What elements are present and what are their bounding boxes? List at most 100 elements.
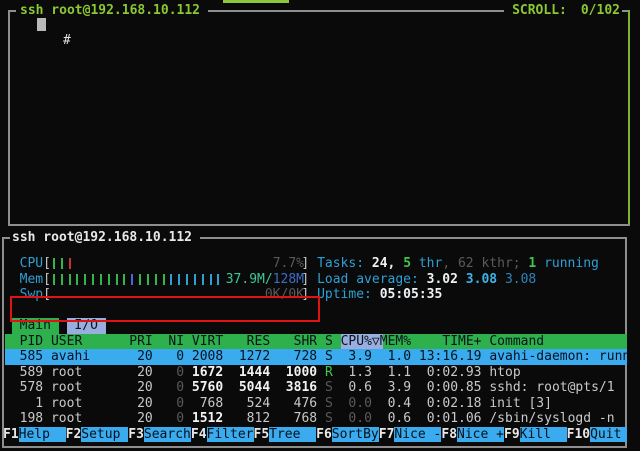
- process-row[interactable]: 1 root 20 0 768 524 476 S 0.0 0.4 0:02.1…: [2, 396, 627, 412]
- fn-label-tree[interactable]: Tree: [269, 427, 316, 442]
- function-key-bar: F1Help F2Setup F3SearchF4FilterF5Tree F6…: [2, 427, 627, 443]
- fn-key-f7[interactable]: F7: [379, 427, 395, 442]
- cell-pri: 20: [129, 349, 152, 364]
- cell-pid: 198: [4, 411, 43, 426]
- cell-res: 1272: [231, 349, 270, 364]
- cell-mem: 0.6: [380, 411, 411, 426]
- cell-cpu: 0.0: [341, 396, 372, 411]
- cell-virt: 1672: [192, 365, 223, 380]
- cell-user: root: [51, 365, 129, 380]
- cell-time: 0:01.06: [411, 411, 481, 426]
- cell-pid: 1: [4, 396, 43, 411]
- cell-virt: 2008: [192, 349, 223, 364]
- cell-pri: 20: [129, 396, 152, 411]
- col-header-cmd: Command: [489, 334, 627, 349]
- cell-s: R: [325, 365, 333, 380]
- process-cells: 198 root 20 0 1512 812 768 S 0.0 0.6 0:0…: [4, 411, 627, 427]
- cell-virt: 768: [192, 396, 223, 411]
- fn-label-kill[interactable]: Kill: [520, 427, 567, 442]
- cell-pri: 20: [129, 411, 152, 426]
- cell-mem: 1.0: [380, 349, 411, 364]
- prompt-symbol: #: [63, 33, 71, 48]
- fn-key-f2[interactable]: F2: [66, 427, 82, 442]
- cell-pid: 589: [4, 365, 43, 380]
- fn-label-nice+[interactable]: Nice +: [457, 427, 504, 442]
- fn-key-f4[interactable]: F4: [191, 427, 207, 442]
- cpu-meter-label: CPU: [20, 256, 43, 272]
- bottom-pane-title: ssh root@192.168.10.112: [12, 230, 192, 246]
- fn-key-f8[interactable]: F8: [441, 427, 457, 442]
- col-header-s: S: [325, 334, 333, 349]
- fn-label-search[interactable]: Search: [144, 427, 191, 442]
- cell-pri: 20: [129, 380, 152, 395]
- cell-shr: 728: [278, 349, 317, 364]
- cell-ni: 0: [161, 365, 184, 380]
- col-header-ni: NI: [161, 334, 184, 349]
- cell-s: S: [325, 396, 333, 411]
- process-cells: 578 root 20 0 5760 5044 3816 S 0.6 3.9 0…: [4, 380, 627, 396]
- terminal-screen: ssh root@192.168.10.112 SCROLL:0/102 # s…: [0, 0, 640, 451]
- col-header-cpu: CPU%: [341, 334, 372, 349]
- process-row[interactable]: 585 avahi 20 0 2008 1272 728 S 3.9 1.0 1…: [2, 349, 627, 365]
- col-header-user: USER: [51, 334, 129, 349]
- scroll-label: SCROLL:: [512, 3, 567, 18]
- bottom-terminal-pane[interactable]: ssh root@192.168.10.112 CPU[7.7%]Tasks: …: [2, 230, 627, 448]
- cell-virt: 5760: [192, 380, 223, 395]
- process-table-header[interactable]: PID USER PRI NI VIRT RES SHR S CPU%▽MEM%…: [2, 334, 627, 350]
- top-pane-border-bottom: [8, 224, 630, 226]
- process-row[interactable]: 198 root 20 0 1512 812 768 S 0.0 0.6 0:0…: [2, 411, 627, 427]
- cell-user: avahi: [51, 349, 129, 364]
- top-pane-titlebar: ssh root@192.168.10.112 SCROLL:0/102: [8, 3, 630, 19]
- uptime: Uptime: 05:05:35: [317, 287, 442, 303]
- scroll-indicator[interactable]: SCROLL:0/102: [512, 3, 620, 19]
- fn-key-f1[interactable]: F1: [3, 427, 19, 442]
- cell-s: S: [325, 380, 333, 395]
- fn-key-f6[interactable]: F6: [316, 427, 332, 442]
- cell-s: S: [325, 349, 333, 364]
- cell-cpu: 1.3: [341, 365, 372, 380]
- fn-label-setup[interactable]: Setup: [81, 427, 128, 442]
- cell-pid: 578: [4, 380, 43, 395]
- top-terminal-pane[interactable]: ssh root@192.168.10.112 SCROLL:0/102 #: [8, 3, 630, 226]
- cell-user: root: [51, 380, 129, 395]
- header-cells: PID USER PRI NI VIRT RES SHR S CPU%▽MEM%…: [4, 334, 627, 350]
- cell-res: 812: [231, 411, 270, 426]
- cell-cmd: /sbin/syslogd -n: [489, 411, 627, 426]
- col-header-pid: PID: [4, 334, 43, 349]
- cell-time: 0:00.85: [411, 380, 481, 395]
- fn-label-nice-[interactable]: Nice -: [394, 427, 441, 442]
- cell-res: 1444: [231, 365, 270, 380]
- cell-ni: 0: [161, 349, 184, 364]
- fn-label-quit[interactable]: Quit: [590, 427, 627, 442]
- col-header-res: RES: [231, 334, 270, 349]
- fn-key-f9[interactable]: F9: [504, 427, 520, 442]
- cell-res: 5044: [231, 380, 270, 395]
- cursor-block: [37, 18, 46, 31]
- shell-prompt-line[interactable]: #: [16, 17, 71, 33]
- mem-meter: Mem[37.9M/128M]Load average: 3.02 3.08 3…: [2, 272, 627, 288]
- process-row[interactable]: 578 root 20 0 5760 5044 3816 S 0.6 3.9 0…: [2, 380, 627, 396]
- cell-cmd: avahi-daemon: running: [489, 349, 627, 364]
- cell-user: root: [51, 396, 129, 411]
- fn-key-f10[interactable]: F10: [567, 427, 590, 442]
- mem-meter-label: Mem: [20, 272, 43, 288]
- cell-ni: 0: [161, 380, 184, 395]
- htop-content: CPU[7.7%]Tasks: 24, 5 thr, 62 kthr; 1 ru…: [2, 256, 627, 443]
- col-header-time: TIME+: [411, 334, 481, 349]
- fn-keys: F1Help F2Setup F3SearchF4FilterF5Tree F6…: [3, 427, 627, 443]
- cell-s: S: [325, 411, 333, 426]
- cell-virt: 1512: [192, 411, 223, 426]
- mem-annotation-box: [10, 296, 320, 322]
- load-average: Load average: 3.02 3.08 3.08: [317, 272, 536, 288]
- cell-time: 13:16.19: [411, 349, 481, 364]
- fn-label-sortby[interactable]: SortBy: [332, 427, 379, 442]
- process-row[interactable]: 589 root 20 0 1672 1444 1000 R 1.3 1.1 0…: [2, 365, 627, 381]
- fn-label-filter[interactable]: Filter: [207, 427, 254, 442]
- col-header-shr: SHR: [278, 334, 317, 349]
- fn-key-f3[interactable]: F3: [128, 427, 144, 442]
- fn-key-f5[interactable]: F5: [254, 427, 270, 442]
- cell-ni: 0: [161, 396, 184, 411]
- col-header-virt: VIRT: [192, 334, 223, 349]
- cell-mem: 1.1: [380, 365, 411, 380]
- fn-label-help[interactable]: Help: [19, 427, 66, 442]
